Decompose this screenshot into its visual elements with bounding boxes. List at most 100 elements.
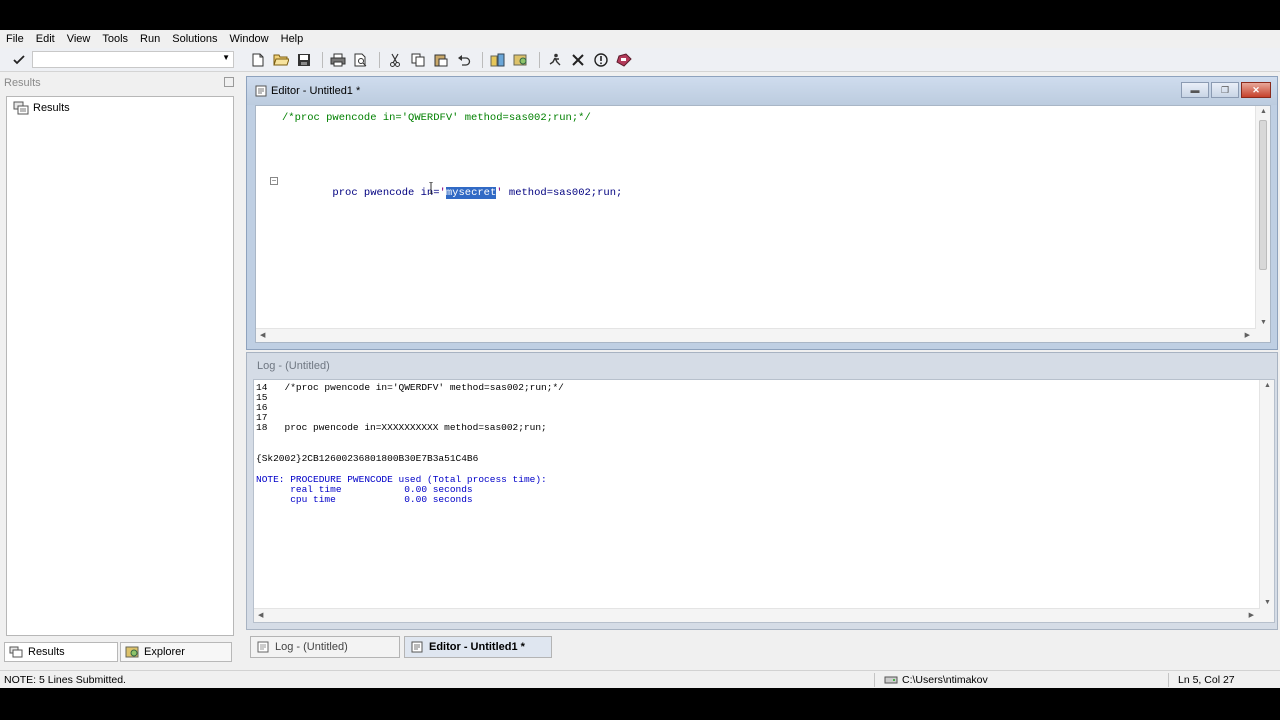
print-icon[interactable] [328, 50, 348, 70]
status-divider [874, 673, 875, 687]
help-icon[interactable] [591, 50, 611, 70]
pin-icon[interactable] [224, 77, 234, 87]
scroll-left-icon[interactable]: ◀ [260, 331, 265, 339]
paste-icon[interactable] [431, 50, 451, 70]
log-line: 18 proc pwencode in=XXXXXXXXXX method=sa… [256, 422, 547, 433]
status-path-text: C:\Users\ntimakov [902, 674, 988, 686]
explorer-icon[interactable] [511, 50, 531, 70]
scroll-down-icon[interactable]: ▼ [1260, 319, 1267, 326]
status-bar: NOTE: 5 Lines Submitted. C:\Users\ntimak… [0, 670, 1280, 688]
tab-editor-window[interactable]: Editor - Untitled1 * [404, 636, 552, 658]
editor-horizontal-scrollbar[interactable]: ◀ ▶ [256, 328, 1256, 342]
tab-results[interactable]: Results [4, 642, 118, 662]
status-divider [1168, 673, 1169, 687]
menu-run[interactable]: Run [140, 33, 160, 45]
check-icon[interactable] [6, 50, 32, 70]
menu-window[interactable]: Window [230, 33, 269, 45]
new-icon[interactable] [248, 50, 268, 70]
editor-icon [411, 641, 423, 653]
editor-title: Editor - Untitled1 * [271, 85, 361, 97]
explorer-icon [125, 646, 139, 658]
chevron-down-icon[interactable]: ▼ [222, 53, 230, 62]
fold-toggle-icon[interactable]: − [270, 177, 278, 185]
save-icon[interactable] [294, 50, 314, 70]
toolbar-divider [379, 51, 380, 68]
sas-application: File Edit View Tools Run Solutions Windo… [0, 30, 1280, 688]
libraries-icon[interactable] [488, 50, 508, 70]
drive-icon [884, 676, 898, 684]
status-message: NOTE: 5 Lines Submitted. [4, 674, 126, 686]
editor-vertical-scrollbar[interactable]: ▲ ▼ [1255, 106, 1270, 342]
results-pane-title: Results [0, 74, 240, 92]
editor-line-comment: /*proc pwencode in='QWERDFV' method=sas0… [282, 112, 591, 124]
submit-icon[interactable] [545, 50, 565, 70]
results-tree[interactable]: Results [6, 96, 234, 636]
tab-log-label: Log - (Untitled) [275, 641, 348, 653]
tree-item-label: Results [33, 102, 70, 114]
editor-window-controls: ▬ ❐ ✕ [1179, 82, 1271, 98]
log-line: {Sk2002}2CB12600236801800B30E7B3a51C4B6 [256, 453, 479, 464]
menu-view[interactable]: View [67, 33, 91, 45]
log-line: 14 /*proc pwencode in='QWERDFV' method=s… [256, 382, 564, 393]
scroll-up-icon[interactable]: ▲ [1260, 108, 1267, 115]
close-button[interactable]: ✕ [1241, 82, 1271, 98]
editor-window: Editor - Untitled1 * ▬ ❐ ✕ /*proc pwenco… [246, 76, 1278, 350]
tab-editor-label: Editor - Untitled1 * [429, 641, 525, 653]
tab-log-window[interactable]: Log - (Untitled) [250, 636, 400, 658]
log-horizontal-scrollbar[interactable]: ◀ ▶ [254, 608, 1260, 622]
results-explorer-tabs: Results Explorer [4, 642, 236, 664]
print-preview-icon[interactable] [351, 50, 371, 70]
scroll-right-icon[interactable]: ▶ [1245, 331, 1250, 339]
scroll-left-icon[interactable]: ◀ [258, 611, 263, 619]
cut-icon[interactable] [385, 50, 405, 70]
restore-button[interactable]: ❐ [1211, 82, 1239, 98]
code-rest: method=sas002;run; [502, 187, 623, 199]
menu-file[interactable]: File [6, 33, 24, 45]
menu-edit[interactable]: Edit [36, 33, 55, 45]
editor-titlebar[interactable]: Editor - Untitled1 * ▬ ❐ ✕ [247, 77, 1277, 105]
log-window: Log - (Untitled) 14 /*proc pwencode in='… [246, 352, 1278, 630]
scroll-down-icon[interactable]: ▼ [1264, 599, 1271, 606]
toolbar: ▼ [0, 48, 1280, 72]
window-tabs: Log - (Untitled) Editor - Untitled1 * [250, 636, 670, 660]
clear-icon[interactable] [568, 50, 588, 70]
minimize-button[interactable]: ▬ [1181, 82, 1209, 98]
editor-line-proc: proc pwencode in='mysecret' method=sas00… [282, 175, 622, 211]
toolbar-divider [322, 51, 323, 68]
tab-explorer-label: Explorer [144, 646, 185, 658]
log-title: Log - (Untitled) [257, 360, 330, 372]
editor-icon [255, 85, 267, 97]
menu-help[interactable]: Help [281, 33, 304, 45]
log-icon [257, 641, 269, 653]
log-vertical-scrollbar[interactable]: ▲ ▼ [1259, 380, 1274, 622]
tree-item-results[interactable]: Results [7, 97, 233, 115]
results-pane: Results Results [0, 74, 240, 636]
code-quote-open: ' [439, 187, 446, 199]
command-box[interactable]: ▼ [32, 51, 234, 68]
toolbar-divider [482, 51, 483, 68]
code-selected-text: mysecret [445, 187, 497, 199]
status-current-folder[interactable]: C:\Users\ntimakov [884, 674, 988, 686]
open-icon[interactable] [271, 50, 291, 70]
scroll-right-icon[interactable]: ▶ [1249, 611, 1254, 619]
tab-explorer[interactable]: Explorer [120, 642, 232, 662]
undo-icon[interactable] [454, 50, 474, 70]
scroll-up-icon[interactable]: ▲ [1264, 382, 1271, 389]
code-keyword: proc pwencode in= [332, 187, 440, 199]
options-icon[interactable] [614, 50, 634, 70]
cursor-position: Ln 5, Col 27 [1178, 674, 1235, 686]
copy-icon[interactable] [408, 50, 428, 70]
toolbar-divider [539, 51, 540, 68]
tab-results-label: Results [28, 646, 65, 658]
menu-tools[interactable]: Tools [102, 33, 128, 45]
log-titlebar[interactable]: Log - (Untitled) [247, 353, 1277, 379]
results-folder-icon [13, 101, 29, 115]
scroll-thumb[interactable] [1259, 120, 1267, 270]
results-pane-title-text: Results [4, 77, 41, 89]
menu-bar: File Edit View Tools Run Solutions Windo… [0, 30, 1280, 47]
editor-text-area[interactable]: /*proc pwencode in='QWERDFV' method=sas0… [255, 105, 1271, 343]
log-line: cpu time 0.00 seconds [256, 494, 473, 505]
log-text-area[interactable]: 14 /*proc pwencode in='QWERDFV' method=s… [253, 379, 1275, 623]
menu-solutions[interactable]: Solutions [172, 33, 217, 45]
results-icon [9, 646, 23, 658]
